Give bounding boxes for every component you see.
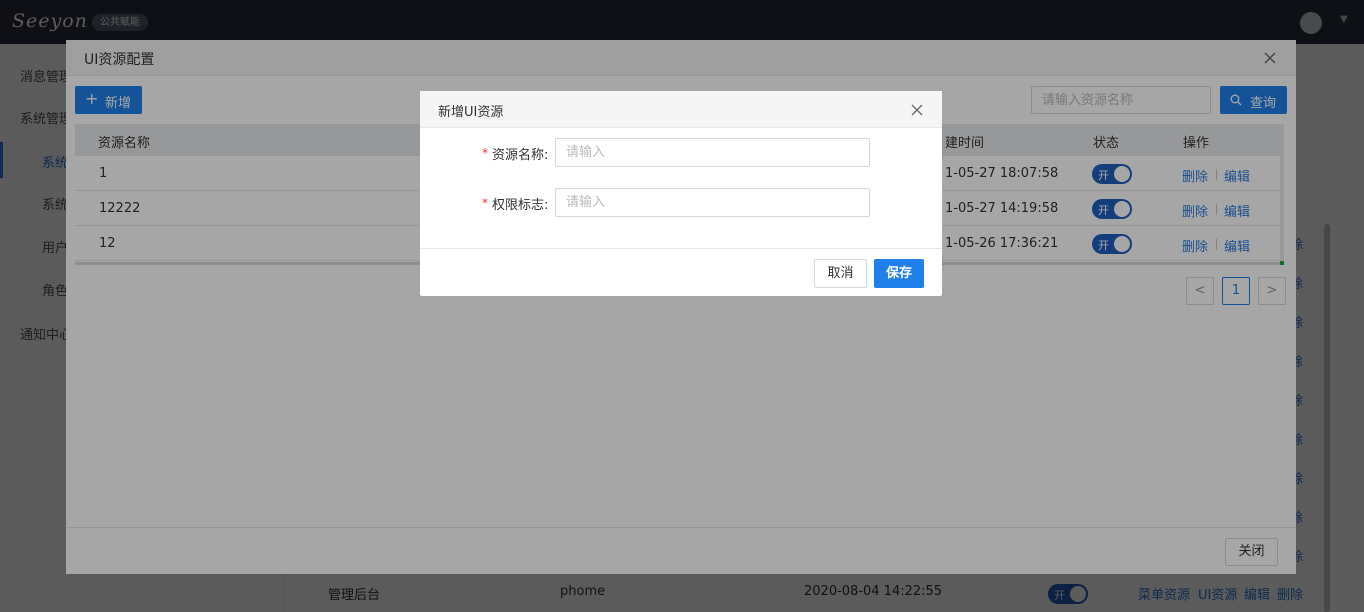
field-label: 资源名称: [492,148,549,163]
required-mark: * [482,146,488,160]
form-row-permission-flag: * 权限标志: [420,188,942,218]
required-mark: * [482,196,488,210]
dialog-title: 新增UI资源 [438,105,504,120]
cancel-button[interactable]: 取消 [814,259,867,288]
save-button[interactable]: 保存 [874,259,924,288]
form-row-resource-name: * 资源名称: [420,138,942,168]
resource-name-input[interactable] [555,138,870,167]
close-icon[interactable] [908,101,926,119]
field-label: 权限标志: [492,198,549,213]
add-ui-resource-dialog: 新增UI资源 * 资源名称: * 权限标志: 取消 保存 [420,91,942,296]
permission-flag-input[interactable] [555,188,870,217]
dialog-footer: 取消 保存 [420,248,942,296]
dialog-header: 新增UI资源 [420,91,942,128]
